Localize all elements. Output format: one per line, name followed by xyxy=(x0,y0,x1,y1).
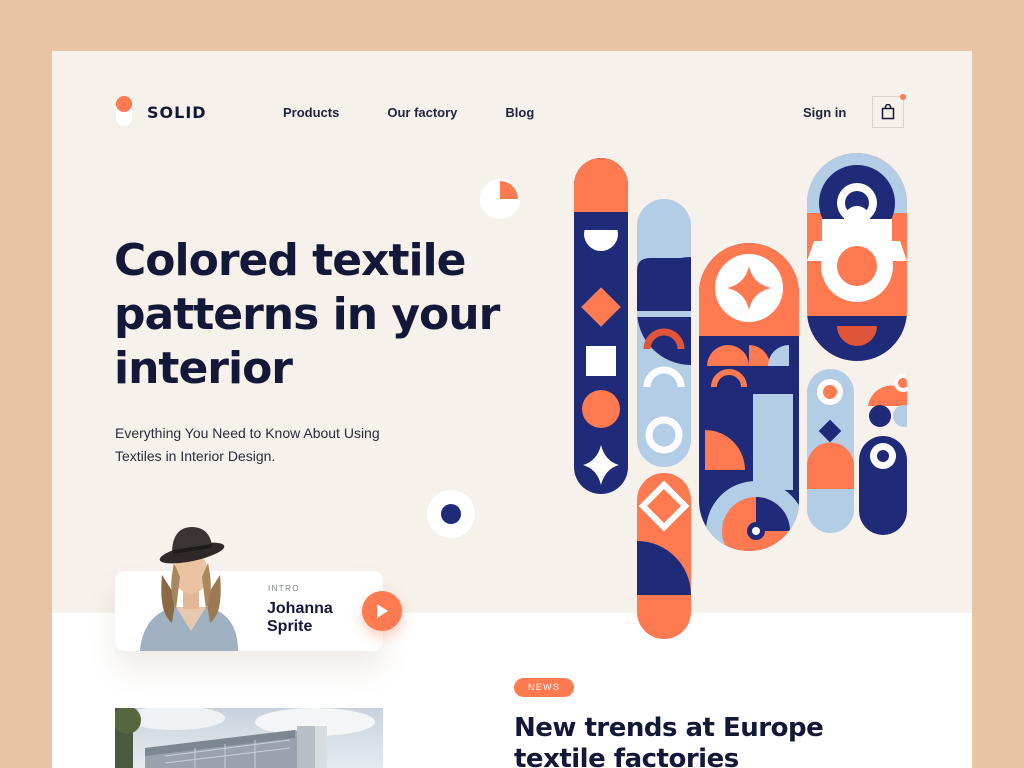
hero-subtitle: Everything You Need to Know About Using … xyxy=(115,425,380,464)
hero-title: Colored textile patterns in your interio… xyxy=(114,235,500,394)
pie-decoration-icon xyxy=(480,179,520,219)
nav-item-products[interactable]: Products xyxy=(283,105,339,120)
ring-decoration-icon xyxy=(427,490,475,538)
news-photo[interactable] xyxy=(115,708,383,768)
presenter-avatar xyxy=(140,527,238,651)
cart-notification-dot xyxy=(900,94,906,100)
pattern-strip-1 xyxy=(574,158,628,494)
nav-item-blog[interactable]: Blog xyxy=(505,105,534,120)
news-title[interactable]: New trends at Europe textile factories xyxy=(514,713,894,768)
play-icon xyxy=(377,604,388,618)
pattern-strip-7 xyxy=(859,361,907,535)
pattern-strip-3 xyxy=(637,473,691,639)
pattern-strip-4 xyxy=(699,243,799,551)
textile-pattern-illustration xyxy=(574,153,907,639)
intro-label: INTRO xyxy=(268,584,300,593)
shopping-bag-icon xyxy=(881,104,895,120)
nav-item-our-factory[interactable]: Our factory xyxy=(387,105,457,120)
main-nav: Products Our factory Blog xyxy=(283,105,582,120)
page-frame: SOLID Products Our factory Blog Sign in … xyxy=(52,51,972,768)
logo-text: SOLID xyxy=(147,102,207,122)
sign-in-link[interactable]: Sign in xyxy=(803,105,846,120)
pattern-strip-5 xyxy=(807,153,907,361)
cart-button[interactable] xyxy=(872,94,906,128)
factory-building-image xyxy=(115,708,383,768)
logo[interactable]: SOLID xyxy=(114,96,207,128)
play-button[interactable] xyxy=(362,591,402,631)
logo-mark-icon xyxy=(114,96,134,128)
presenter-name: Johanna Sprite xyxy=(267,600,333,635)
pattern-strip-6 xyxy=(807,369,854,533)
news-badge[interactable]: NEWS xyxy=(514,678,575,697)
